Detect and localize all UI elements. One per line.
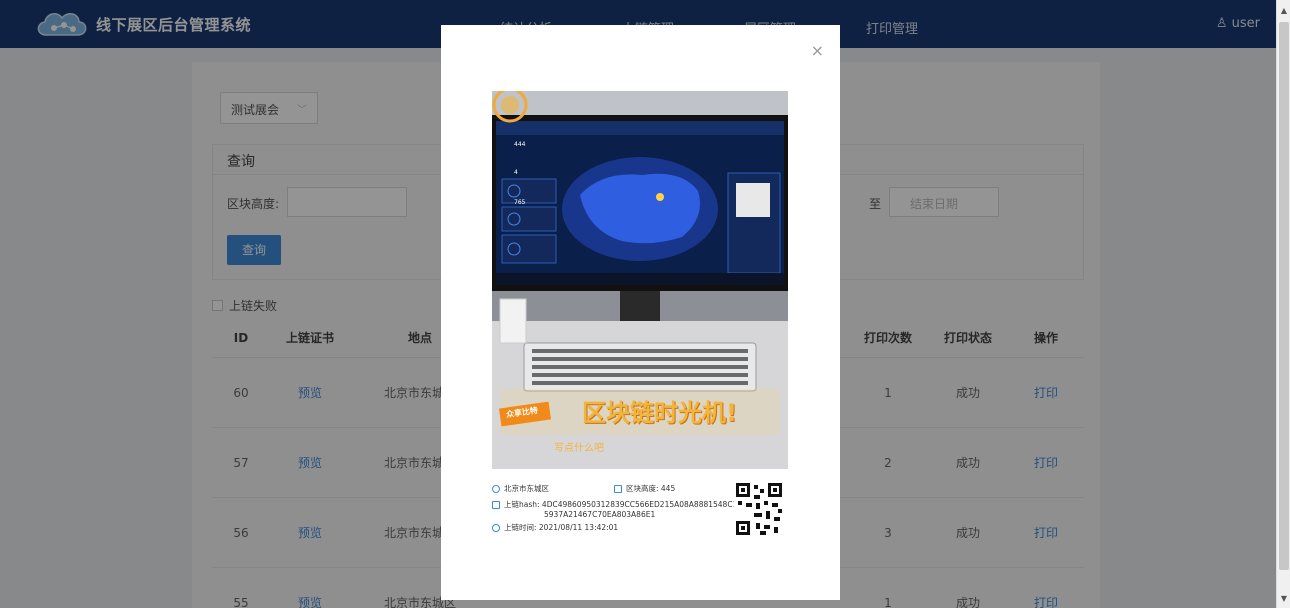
page-scrollbar[interactable]: ▲ ▼ — [1276, 0, 1290, 608]
banner-title: 区块链时光机! — [582, 399, 737, 427]
hash-row: 上链hash: 4DC49860950312839CC566ED215A08A8… — [492, 499, 747, 510]
stat-2: 4 — [514, 169, 518, 176]
hash-icon — [492, 501, 500, 509]
certificate-preview-modal: × 444 4 765 区块链时光机! 众享比特 写点什么吧 北京市东城区 区块… — [441, 25, 840, 600]
location-text: 北京市东城区 — [504, 484, 549, 493]
stat-1: 444 — [514, 141, 526, 148]
certificate-photo: 444 4 765 区块链时光机! 众享比特 写点什么吧 — [492, 91, 788, 469]
block-icon — [614, 485, 622, 493]
scroll-down-icon[interactable]: ▼ — [1277, 592, 1290, 606]
qr-code-icon — [734, 481, 784, 537]
block-height-row: 区块高度: 445 — [614, 483, 675, 494]
hash-text: 上链hash: 4DC49860950312839CC566ED215A08A8… — [504, 500, 747, 509]
clock-icon — [492, 524, 500, 532]
close-icon[interactable]: × — [811, 41, 824, 60]
scroll-up-icon[interactable]: ▲ — [1277, 4, 1290, 18]
location-row: 北京市东城区 — [492, 483, 549, 494]
location-pin-icon — [492, 485, 500, 493]
stat-3: 765 — [514, 199, 526, 206]
time-row: 上链时间: 2021/08/11 13:42:01 — [492, 522, 618, 533]
block-height-text: 区块高度: 445 — [626, 484, 676, 493]
scroll-thumb[interactable] — [1279, 22, 1289, 570]
time-text: 上链时间: 2021/08/11 13:42:01 — [504, 523, 619, 532]
photo-caption: 写点什么吧 — [554, 443, 604, 454]
hash-text-cont: 5937A21467C70EA803A86E1 — [544, 510, 656, 519]
